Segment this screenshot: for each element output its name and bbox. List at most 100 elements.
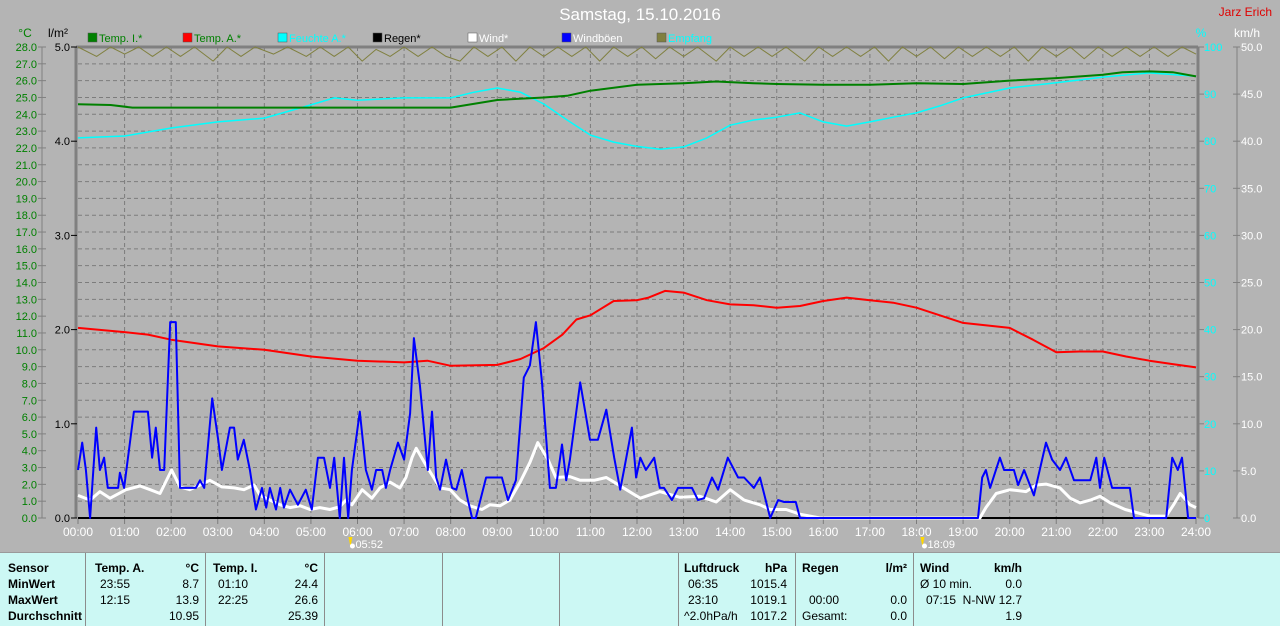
wind-title: Wind — [920, 561, 950, 575]
percent-tick-label: 60 — [1204, 230, 1216, 242]
celsius-tick-label: 5.0 — [22, 429, 37, 441]
x-tick-label: 19:00 — [948, 525, 978, 539]
kmh-tick-label: 40.0 — [1241, 136, 1262, 148]
pressure-min-time: 06:35 — [688, 577, 719, 591]
kmh-tick-label: 30.0 — [1241, 230, 1262, 242]
kmh-tick-label: 0.0 — [1241, 513, 1256, 525]
celsius-tick-label: 16.0 — [16, 244, 37, 256]
kmh-axis-label: km/h — [1234, 26, 1260, 40]
x-tick-label: 02:00 — [156, 525, 186, 539]
rain-tick-label: 4.0 — [55, 136, 70, 148]
percent-tick-label: 70 — [1204, 183, 1216, 195]
sunrise-time-label: 05:52 — [355, 539, 383, 551]
rain-tick-label: 2.0 — [55, 325, 70, 337]
x-tick-label: 21:00 — [1041, 525, 1071, 539]
celsius-tick-label: 22.0 — [16, 143, 37, 155]
rain-unit: l/m² — [885, 561, 907, 575]
temp-i-title: Temp. I. — [213, 561, 258, 575]
celsius-tick-label: 20.0 — [16, 177, 37, 189]
celsius-tick-label: 14.0 — [16, 278, 37, 290]
empty-column-3 — [559, 553, 679, 626]
celsius-tick-label: 8.0 — [22, 378, 37, 390]
x-tick-label: 18:00 — [901, 525, 931, 539]
celsius-tick-label: 26.0 — [16, 76, 37, 88]
x-tick-label: 07:00 — [389, 525, 419, 539]
sunrise-icon-cloud — [349, 543, 355, 549]
percent-tick-label: 20 — [1204, 419, 1216, 431]
celsius-tick-label: 24.0 — [16, 109, 37, 121]
wind-column: Wind km/h Ø 10 min. 0.0 07:15 N-NW 12.7 … — [913, 553, 1030, 626]
celsius-tick-label: 27.0 — [16, 59, 37, 71]
x-tick-label: 11:00 — [576, 525, 605, 539]
legend-label: Empfang — [668, 33, 712, 45]
wind-max-time: 07:15 — [926, 593, 957, 607]
legend-label: Temp. A.* — [194, 33, 242, 45]
pressure-title: Luftdruck — [684, 561, 740, 575]
wind-max: N-NW 12.7 — [962, 593, 1022, 607]
wind-avg10-label: Ø 10 min. — [920, 577, 973, 591]
x-tick-label: 10:00 — [529, 525, 559, 539]
statistics-panel: Sensor MinWert MaxWert Durchschnitt Temp… — [0, 552, 1280, 626]
percent-tick-label: 0 — [1204, 513, 1210, 525]
celsius-tick-label: 28.0 — [16, 42, 37, 54]
wind-avg10: 0.0 — [1005, 577, 1022, 591]
temp-i-max-time: 22:25 — [218, 593, 249, 607]
chart-title: Samstag, 15.10.2016 — [559, 5, 721, 24]
rain-tick-label: 3.0 — [55, 230, 70, 242]
rain-tick-label: 5.0 — [55, 42, 70, 54]
percent-tick-label: 80 — [1204, 136, 1216, 148]
celsius-tick-label: 13.0 — [16, 294, 37, 306]
x-tick-label: 04:00 — [249, 525, 279, 539]
legend-swatch — [277, 32, 288, 43]
kmh-tick-label: 45.0 — [1241, 89, 1262, 101]
percent-tick-label: 90 — [1204, 89, 1216, 101]
rain-time: 00:00 — [809, 593, 840, 607]
sensor-header: Sensor — [8, 561, 49, 575]
x-tick-label: 13:00 — [669, 525, 699, 539]
percent-tick-label: 50 — [1204, 278, 1216, 290]
percent-tick-label: 30 — [1204, 372, 1216, 384]
temp-a-max-time: 12:15 — [100, 593, 131, 607]
pressure-max: 1019.1 — [750, 593, 787, 607]
kmh-tick-label: 5.0 — [1241, 466, 1256, 478]
pressure-max-time: 23:10 — [688, 593, 719, 607]
x-tick-label: 01:00 — [110, 525, 140, 539]
sunset-icon-cloud — [921, 543, 927, 549]
kmh-tick-label: 35.0 — [1241, 183, 1262, 195]
pressure-column: Luftdruck hPa 06:35 1015.4 23:10 1019.1 … — [678, 553, 796, 626]
x-tick-label: 20:00 — [995, 525, 1025, 539]
wind-avg: 1.9 — [1005, 609, 1022, 623]
temp-i-unit: °C — [304, 561, 318, 575]
celsius-tick-label: 23.0 — [16, 126, 37, 138]
x-tick-label: 09:00 — [482, 525, 512, 539]
x-tick-label: 12:00 — [622, 525, 652, 539]
legend-swatch — [182, 32, 193, 43]
temp-i-min-time: 01:10 — [218, 577, 249, 591]
x-tick-label: 05:00 — [296, 525, 326, 539]
rain-tick-label: 0.0 — [55, 513, 70, 525]
celsius-tick-label: 17.0 — [16, 227, 37, 239]
sunset-time-label: 18:09 — [927, 539, 955, 551]
maxwert-label: MaxWert — [8, 593, 58, 607]
celsius-tick-label: 21.0 — [16, 160, 37, 172]
kmh-tick-label: 15.0 — [1241, 372, 1262, 384]
rain-column: Regen l/m² 00:00 0.0 Gesamt: 0.0 — [795, 553, 914, 626]
x-tick-label: 06:00 — [342, 525, 372, 539]
wind-unit: km/h — [993, 561, 1022, 575]
celsius-tick-label: 15.0 — [16, 261, 37, 273]
sensor-column: Sensor MinWert MaxWert Durchschnitt — [0, 553, 86, 626]
celsius-tick-label: 3.0 — [22, 463, 37, 475]
x-tick-label: 00:00 — [63, 525, 93, 539]
pressure-unit: hPa — [764, 561, 787, 575]
celsius-axis-label: °C — [18, 26, 32, 40]
celsius-tick-label: 11.0 — [16, 328, 37, 340]
x-tick-label: 16:00 — [808, 525, 838, 539]
rain-total: 0.0 — [890, 609, 907, 623]
celsius-tick-label: 18.0 — [16, 210, 37, 222]
legend-label: Temp. I.* — [99, 33, 143, 45]
legend-swatch — [467, 32, 478, 43]
durchschnitt-label: Durchschnitt — [8, 609, 83, 623]
minwert-label: MinWert — [8, 577, 56, 591]
celsius-tick-label: 7.0 — [22, 395, 37, 407]
temp-i-max: 26.6 — [294, 593, 318, 607]
